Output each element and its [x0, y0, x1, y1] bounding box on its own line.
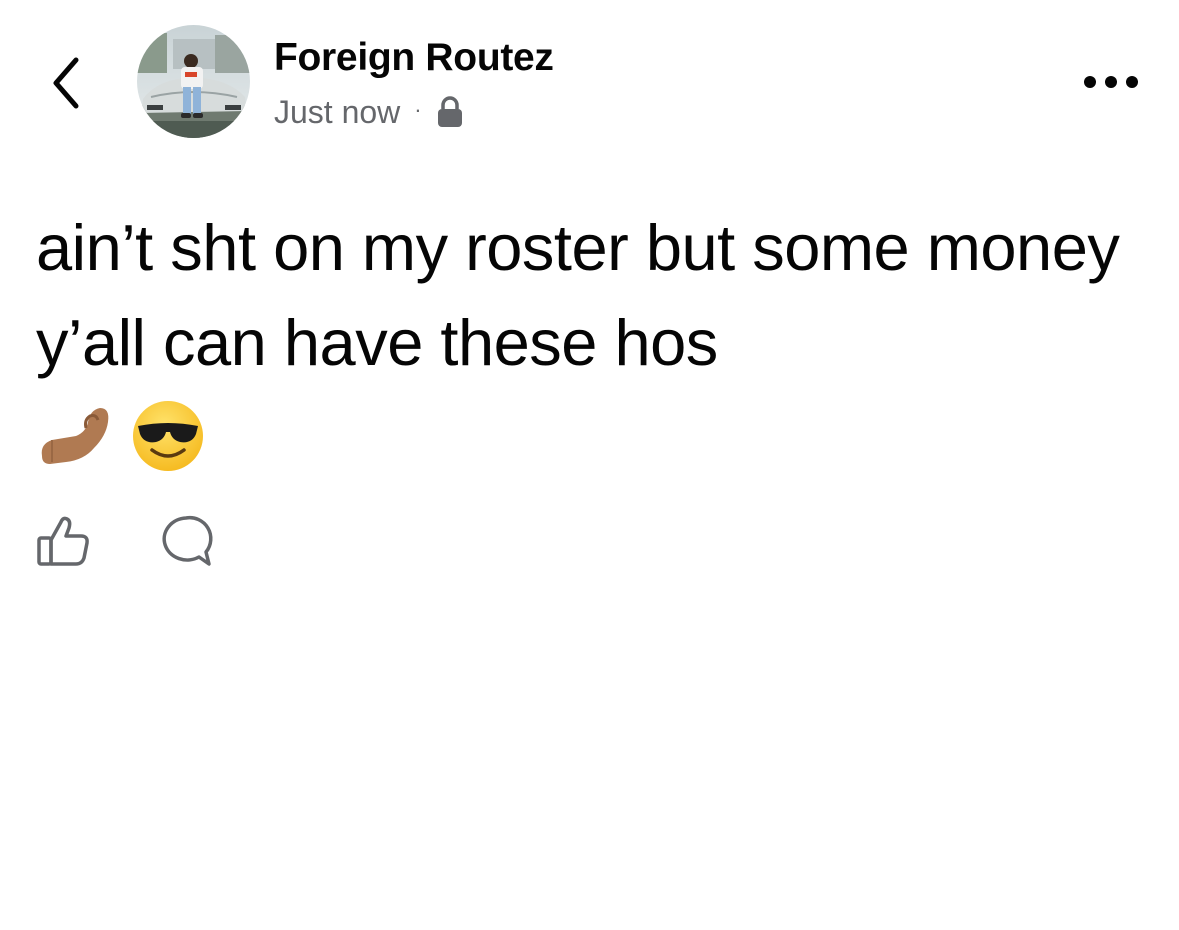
post-text: ain’t sht on my roster but some money y’… — [36, 211, 1120, 379]
thumbs-up-icon — [37, 516, 89, 566]
meta-separator: · — [414, 97, 422, 122]
like-button[interactable] — [34, 511, 94, 571]
lock-icon[interactable] — [436, 95, 464, 129]
post-meta: Just now · — [274, 92, 464, 132]
author-avatar[interactable] — [137, 25, 250, 138]
post-timestamp[interactable]: Just now — [274, 94, 400, 131]
post-emojis — [36, 398, 224, 478]
post-actions — [34, 510, 278, 572]
comment-icon — [162, 515, 213, 566]
comment-button[interactable] — [156, 511, 216, 571]
more-horizontal-icon — [1084, 76, 1138, 88]
back-button[interactable] — [44, 52, 88, 114]
smiling-face-with-sunglasses-emoji — [130, 398, 206, 479]
author-name[interactable]: Foreign Routez — [274, 36, 554, 80]
chevron-left-icon — [53, 57, 79, 109]
avatar-image — [137, 25, 250, 138]
post-header: Foreign Routez Just now · — [0, 0, 1179, 150]
pinched-fingers-emoji — [36, 398, 112, 479]
more-options-button[interactable] — [1080, 62, 1142, 102]
